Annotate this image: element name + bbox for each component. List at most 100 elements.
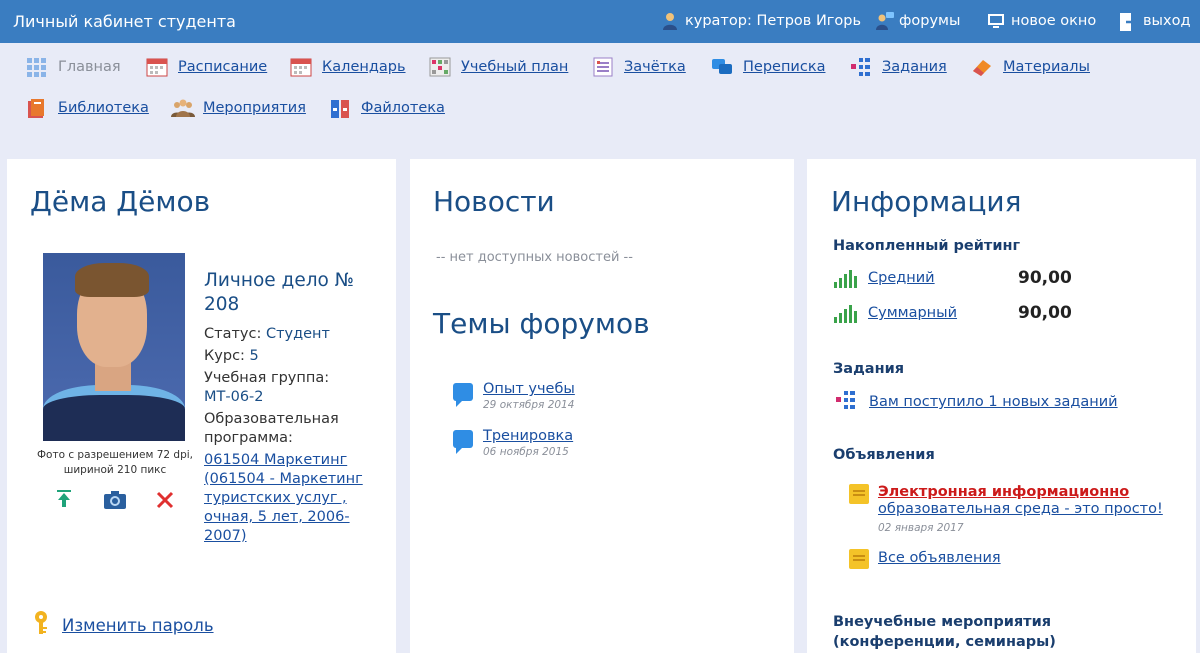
forums-title: Темы форумов [433,307,650,340]
nav-item-label: Мероприятия [203,100,306,116]
program-row: Образовательная программа: 061504 Маркет… [204,410,384,546]
bar-chart-icon [834,303,858,323]
top-bar: Личный кабинет студента куратор: Петров … [0,0,1200,43]
announcement-subtitle[interactable]: образовательная среда - это просто! [878,500,1163,519]
photo-caption: Фото с разрешением 72 dpi, шириной 210 п… [36,449,194,476]
nav-item-tasks[interactable]: Задания [850,57,947,77]
grid-table-icon [429,57,451,77]
people-icon [171,98,195,118]
rating-total-row: Суммарный 90,00 [834,303,1072,323]
forum-topic-link[interactable]: Тренировка [483,428,573,444]
extracurricular-title: Внеучебные мероприятия (конференции, сем… [833,614,1056,650]
status-label: Статус: [204,326,262,342]
chat-bubble-icon [453,430,473,454]
main-nav: Главная Расписание Календарь Учебный пла… [0,43,1200,143]
nav-item-label: Зачётка [624,59,686,75]
info-title: Информация [831,185,1022,218]
nav-item-label: Главная [58,59,121,75]
nav-item-label: Файлотека [361,100,445,116]
logout-icon [1119,12,1138,31]
announcements-title: Объявления [833,447,935,463]
course-value: 5 [249,348,259,364]
forum-topic-date: 06 ноября 2015 [483,446,569,458]
checklist-icon [592,57,614,77]
program-link[interactable]: 061504 Маркетинг (061504 - Маркетинг тур… [204,451,384,546]
note-icon [849,484,869,504]
logout-link[interactable]: выход [1119,12,1191,31]
forum-topic-date: 29 октября 2014 [483,399,575,411]
nav-item-calendar[interactable]: Календарь [290,57,406,77]
files-icon [329,98,351,118]
monitor-icon [987,12,1005,30]
rating-total-link[interactable]: Суммарный [868,305,1018,321]
personal-info: Личное дело № 208 Статус: Студент Курс: … [204,269,384,549]
nav-item-study-plan[interactable]: Учебный план [429,57,568,77]
forums-link[interactable]: форумы [875,12,960,30]
new-window-link[interactable]: новое окно [987,12,1096,30]
nav-item-messages[interactable]: Переписка [711,57,825,77]
nav-item-label: Учебный план [461,59,569,75]
rating-average-link[interactable]: Средний [868,270,1018,286]
nav-item-home[interactable]: Главная [26,57,121,77]
forum-topic-link[interactable]: Опыт учебы [483,381,575,397]
app-title: Личный кабинет студента [13,12,236,31]
announcement-headline[interactable]: Электронная информационно [878,484,1163,500]
announcement-date: 02 января 2017 [878,522,964,534]
curator-label: куратор: Петров Игорь [685,13,862,29]
profile-panel: Дёма Дёмов Фото с разрешением 72 dpi, ши… [7,159,396,653]
forum-users-icon [875,12,894,30]
program-label: Образовательная программа: [204,411,339,446]
forum-topic[interactable]: Опыт учебы 29 октября 2014 [453,381,575,411]
delete-photo-icon[interactable] [154,489,176,511]
nav-item-label: Задания [882,59,947,75]
new-tasks-label: Вам поступило 1 новых заданий [869,394,1118,410]
rating-average-row: Средний 90,00 [834,268,1072,288]
upload-icon[interactable] [53,489,75,511]
tasks-title: Задания [833,361,905,377]
personal-case-title: Личное дело № 208 [204,270,354,315]
key-icon [32,611,50,639]
grid-icon [26,57,48,77]
rating-total-value: 90,00 [1018,303,1072,323]
nav-item-library[interactable]: Библиотека [26,98,149,118]
nav-item-label: Расписание [178,59,268,75]
books-icon [26,98,48,118]
nav-item-file-library[interactable]: Файлотека [329,98,445,118]
calendar-icon [290,57,312,77]
tasks-icon [850,57,872,77]
curator-link[interactable]: куратор: Петров Игорь [661,12,861,30]
tasks-icon [835,390,857,414]
chat-bubble-icon [453,383,473,407]
change-password-link: Изменить пароль [62,615,214,635]
nav-item-label: Календарь [322,59,406,75]
eraser-icon [971,57,993,77]
change-password[interactable]: Изменить пароль [32,611,214,639]
new-window-label: новое окно [1011,13,1097,29]
status-row: Статус: Студент [204,325,384,344]
forum-topic[interactable]: Тренировка 06 ноября 2015 [453,428,573,458]
nav-item-materials[interactable]: Материалы [971,57,1090,77]
bar-chart-icon [834,268,858,288]
info-panel: Информация Накопленный рейтинг Средний 9… [807,159,1196,653]
status-value: Студент [265,326,330,342]
announcement-item[interactable]: Электронная информационно образовательна… [849,484,1163,534]
forums-label: форумы [899,13,961,29]
course-label: Курс: [204,348,245,364]
news-panel: Новости -- нет доступных новостей -- Тем… [410,159,794,653]
group-label: Учебная группа: [204,370,330,386]
all-announcements-link: Все объявления [878,550,1001,566]
news-title: Новости [433,185,555,218]
new-tasks-link[interactable]: Вам поступило 1 новых заданий [835,390,1118,414]
nav-item-gradebook[interactable]: Зачётка [592,57,686,77]
nav-item-label: Переписка [743,59,826,75]
nav-item-schedule[interactable]: Расписание [146,57,267,77]
logout-label: выход [1143,13,1191,29]
camera-icon[interactable] [103,489,126,511]
group-row: Учебная группа: МТ-06-2 [204,369,384,407]
rating-average-value: 90,00 [1018,268,1072,288]
all-announcements[interactable]: Все объявления [849,549,1001,569]
rating-title: Накопленный рейтинг [833,238,1021,254]
nav-item-label: Материалы [1003,59,1090,75]
course-row: Курс: 5 [204,347,384,366]
nav-item-events[interactable]: Мероприятия [171,98,306,118]
